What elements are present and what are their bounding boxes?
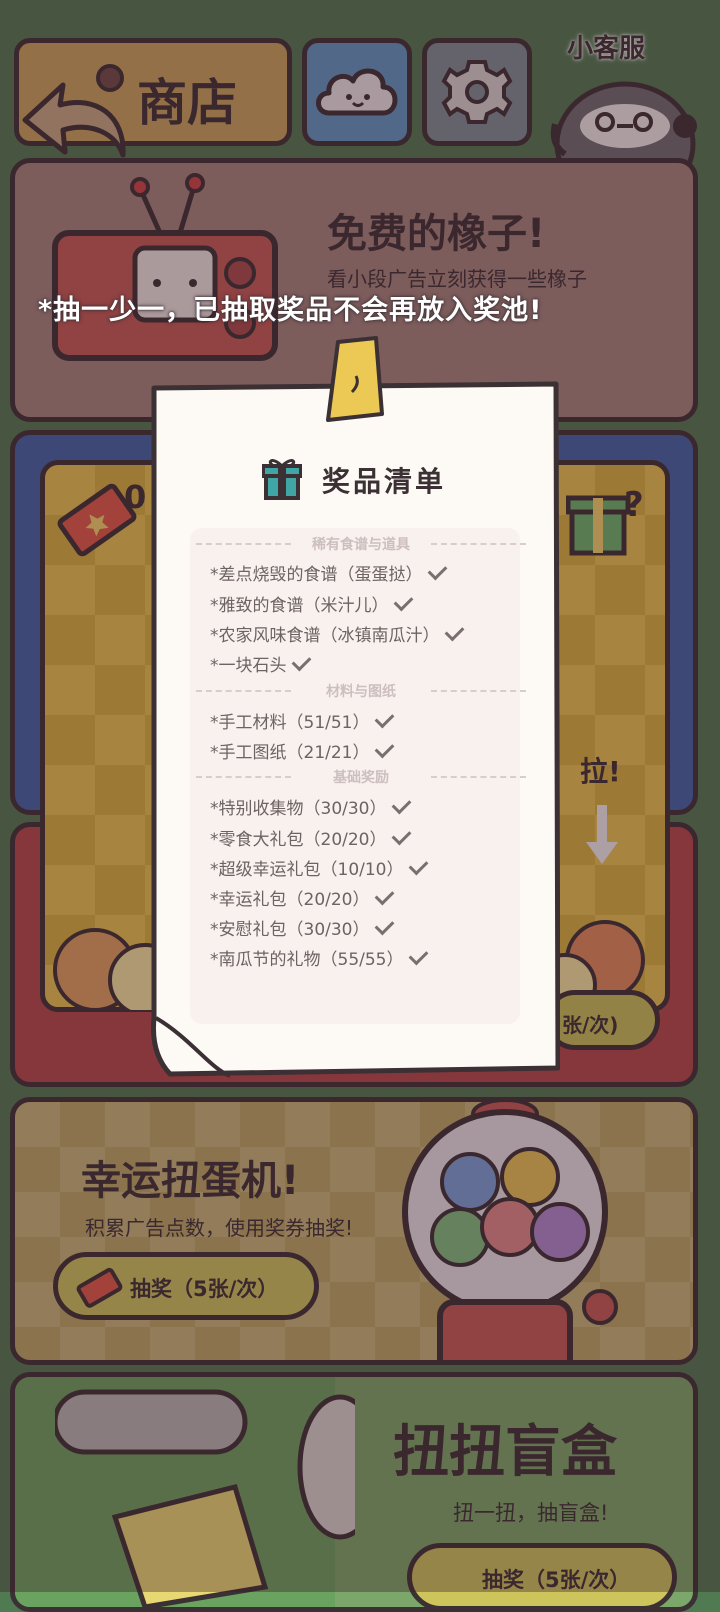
cloud-icon [316,68,398,116]
down-arrow-icon [586,805,618,864]
check-icon [393,591,413,612]
gear-icon [441,60,513,124]
prize-item: *手工材料（51/51） [210,708,394,733]
section-header: 材料与图纸 [196,681,526,701]
gacha-machine-icon [402,1102,618,1360]
prize-item: *一块石头 [210,651,311,676]
check-icon [408,945,428,966]
gacha-title: 幸运扭蛋机! [81,1158,300,1204]
check-icon [291,651,311,672]
section-header: 稀有食谱与道具 [196,534,526,554]
prize-list-title: 奖品清单 [322,465,447,498]
back-button-icon-overlay [15,60,140,170]
mystery-gift-icon: ? [566,485,644,556]
blind-box-button-label: 抽奖（5张/次） [482,1568,631,1592]
prize-draw-button-partial[interactable]: 张/次) [545,990,660,1050]
draw-notice-text: *抽一少一，已抽取奖品不会再放入奖池! [38,295,543,326]
blind-box-panel[interactable]: 扭扭盲盒 扭一扭，抽盲盒! 抽奖（5张/次） [10,1372,698,1612]
check-icon [374,915,394,936]
check-icon [374,885,394,906]
check-icon [391,794,411,815]
blind-box-draw-button[interactable]: 抽奖（5张/次） [407,1543,677,1607]
gift-icon [262,459,302,500]
settings-button[interactable] [422,38,532,146]
prize-item: *幸运礼包（20/20） [210,885,394,910]
prize-item: *超级幸运礼包（10/10） [210,855,428,880]
arrow-icon [22,64,126,158]
cloud-button[interactable] [302,38,412,146]
prize-item: *农家风味食谱（冰镇南瓜汁） [210,621,464,646]
prize-cost-label: 张/次) [562,1013,619,1037]
prize-item: *安慰礼包（30/30） [210,915,394,940]
check-icon [444,621,464,642]
prize-item: *差点烧毁的食谱（蛋蛋挞） [210,560,447,585]
penguin-avatar-icon [550,81,697,164]
pull-label[interactable]: 拉! [580,750,621,790]
ticket-count: 0 [124,478,147,516]
prize-item: *特别收集物（30/30） [210,794,411,819]
tv-character-icon [52,173,278,361]
customer-service-button[interactable]: 小客服 [545,28,705,164]
check-icon [427,560,447,581]
svg-text:?: ? [624,485,644,525]
gacha-draw-button[interactable]: 抽奖（5张/次） [53,1252,319,1320]
gacha-button-label: 抽奖（5张/次） [130,1277,279,1301]
section-header: 基础奖励 [196,767,526,787]
blind-box-machine-icon [55,1389,355,1607]
check-icon [408,855,428,876]
lucky-gacha-panel[interactable]: 幸运扭蛋机! 积累广告点数，使用奖券抽奖! 抽奖（5张/次） [10,1097,698,1365]
blind-box-subtitle: 扭一扭，抽盲盒! [453,1501,609,1525]
ticket-icon [76,1267,123,1308]
tape-icon [326,336,384,422]
service-label: 小客服 [567,34,646,64]
prize-item: *雅致的食谱（米汁儿） [210,591,413,616]
blind-box-title: 扭扭盲盒 [393,1420,617,1485]
prize-item: *零食大礼包（20/20） [210,825,411,850]
prize-item: *南瓜节的礼物（55/55） [210,945,428,970]
shop-label: 商店 [137,74,237,132]
prize-item: *手工图纸（21/21） [210,738,394,763]
check-icon [374,738,394,759]
ad-title: 免费的橡子! [327,211,546,257]
gacha-subtitle: 积累广告点数，使用奖券抽奖! [85,1216,354,1240]
check-icon [374,708,394,729]
check-icon [391,825,411,846]
